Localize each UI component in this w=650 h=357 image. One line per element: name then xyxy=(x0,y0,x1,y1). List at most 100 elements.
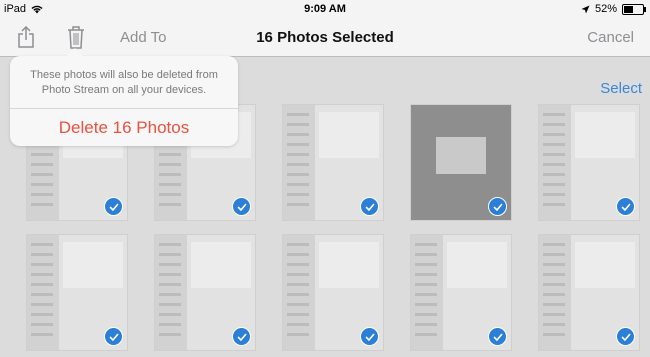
thumbnail-row xyxy=(287,163,309,166)
thumbnail-row xyxy=(287,253,309,256)
thumbnail-row xyxy=(415,323,437,326)
thumbnail-pane xyxy=(319,111,379,158)
checkmark-icon xyxy=(232,327,251,346)
select-button[interactable]: Select xyxy=(600,80,642,97)
thumbnail-row xyxy=(543,323,565,326)
thumbnail-pane xyxy=(191,241,251,288)
thumbnail-row xyxy=(31,203,53,206)
photo-thumbnail[interactable] xyxy=(27,235,127,350)
thumbnail-row xyxy=(415,273,437,276)
thumbnail-row xyxy=(543,153,565,156)
thumbnail-row xyxy=(543,163,565,166)
thumbnail-row xyxy=(31,163,53,166)
status-bar: iPad 9:09 AM 52% xyxy=(0,0,650,20)
thumbnail-pane xyxy=(447,241,507,288)
photo-thumbnail[interactable] xyxy=(411,235,511,350)
toolbar: Add To 16 Photos Selected Cancel xyxy=(0,20,650,57)
battery-fill xyxy=(624,5,634,13)
checkmark-icon xyxy=(360,327,379,346)
thumbnail-pane xyxy=(575,241,635,288)
thumbnail-row xyxy=(287,183,309,186)
thumbnail-row xyxy=(287,203,309,206)
thumbnail-row xyxy=(415,263,437,266)
thumbnail-row xyxy=(287,323,309,326)
photo-thumbnail[interactable] xyxy=(155,235,255,350)
thumbnail-row xyxy=(31,313,53,316)
thumbnail-row xyxy=(287,153,309,156)
thumbnail-row xyxy=(415,303,437,306)
thumbnail-row xyxy=(159,263,181,266)
photo-thumbnail[interactable] xyxy=(283,235,383,350)
thumbnail-row xyxy=(287,113,309,116)
popover-divider xyxy=(10,108,238,109)
thumbnail-row xyxy=(543,133,565,136)
thumbnail-row xyxy=(159,253,181,256)
thumbnail-row xyxy=(159,183,181,186)
battery-percent: 52% xyxy=(594,3,617,15)
thumbnail-row xyxy=(159,333,181,336)
thumbnail-pane xyxy=(575,111,635,158)
status-right: 52% xyxy=(581,3,646,15)
photo-thumbnail[interactable] xyxy=(539,105,639,220)
thumbnail-row xyxy=(287,283,309,286)
delete-confirmation-popover: These photos will also be deleted from P… xyxy=(10,48,238,146)
thumbnail-row xyxy=(31,243,53,246)
thumbnail-row xyxy=(31,263,53,266)
thumbnail-row xyxy=(543,193,565,196)
thumbnail-row xyxy=(287,333,309,336)
thumbnail-row xyxy=(415,253,437,256)
thumbnail-row xyxy=(31,293,53,296)
checkmark-icon xyxy=(360,197,379,216)
thumbnail-row xyxy=(31,173,53,176)
thumbnail-row xyxy=(543,113,565,116)
thumbnail-row xyxy=(543,313,565,316)
thumbnail-row xyxy=(415,243,437,246)
thumbnail-row xyxy=(287,143,309,146)
thumbnail-row xyxy=(159,303,181,306)
checkmark-icon xyxy=(488,327,507,346)
photo-thumbnail[interactable] xyxy=(411,105,511,220)
photo-thumbnail[interactable] xyxy=(283,105,383,220)
thumbnail-row xyxy=(543,253,565,256)
status-time: 9:09 AM xyxy=(304,3,346,15)
location-arrow-icon xyxy=(581,5,590,13)
thumbnail-row xyxy=(159,173,181,176)
photo-thumbnail[interactable] xyxy=(539,235,639,350)
thumbnail-row xyxy=(31,273,53,276)
thumbnail-row xyxy=(31,303,53,306)
cancel-button[interactable]: Cancel xyxy=(587,29,634,46)
thumbnail-row xyxy=(543,173,565,176)
thumbnail-row xyxy=(159,293,181,296)
thumbnail-row xyxy=(287,303,309,306)
thumbnail-row xyxy=(415,293,437,296)
thumbnail-row xyxy=(287,313,309,316)
thumbnail-row xyxy=(31,323,53,326)
thumbnail-pane xyxy=(436,137,486,174)
thumbnail-row xyxy=(287,263,309,266)
checkmark-icon xyxy=(488,197,507,216)
thumbnail-row xyxy=(415,283,437,286)
checkmark-icon xyxy=(104,327,123,346)
thumbnail-row xyxy=(159,163,181,166)
thumbnail-row xyxy=(159,243,181,246)
checkmark-icon xyxy=(232,197,251,216)
thumbnail-row xyxy=(543,333,565,336)
thumbnail-row xyxy=(415,333,437,336)
thumbnail-row xyxy=(287,243,309,246)
delete-photos-button[interactable]: Delete 16 Photos xyxy=(10,118,238,138)
popover-message: These photos will also be deleted from P… xyxy=(30,69,218,96)
thumbnail-row xyxy=(543,203,565,206)
checkmark-icon xyxy=(616,327,635,346)
thumbnail-row xyxy=(31,183,53,186)
thumbnail-row xyxy=(543,123,565,126)
thumbnail-row xyxy=(543,183,565,186)
page-title: 16 Photos Selected xyxy=(256,29,394,46)
thumbnail-row xyxy=(415,313,437,316)
thumbnail-row xyxy=(543,263,565,266)
thumbnail-row xyxy=(159,273,181,276)
thumbnail-row xyxy=(287,133,309,136)
thumbnail-row xyxy=(31,333,53,336)
thumbnail-row xyxy=(543,303,565,306)
thumbnail-row xyxy=(287,293,309,296)
thumbnail-row xyxy=(159,153,181,156)
